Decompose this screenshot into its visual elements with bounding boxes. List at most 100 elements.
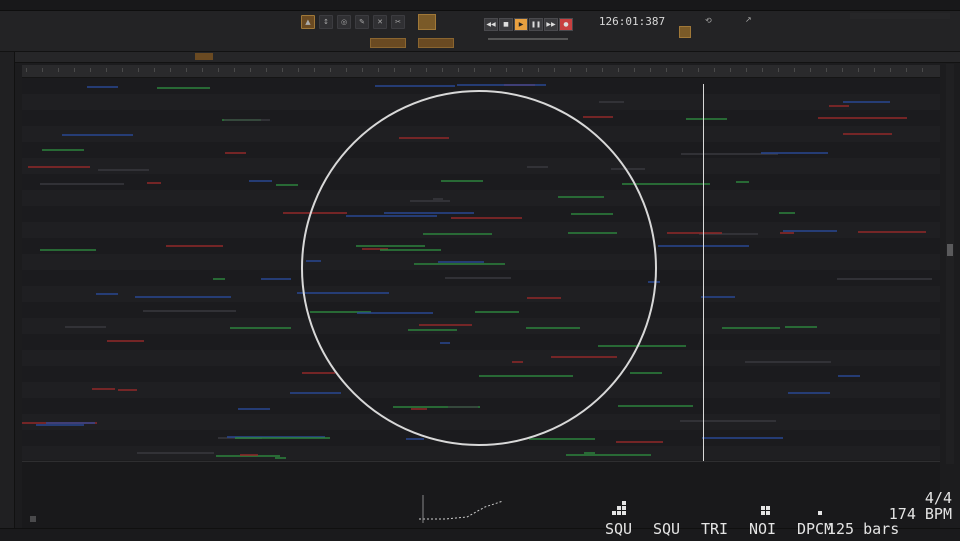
note-clip[interactable] [583,116,613,118]
snap-button[interactable] [418,14,436,30]
note-clip[interactable] [42,149,84,151]
note-clip[interactable] [143,310,236,312]
note-clip[interactable] [96,293,118,295]
note-clip[interactable] [406,438,424,440]
note-clip[interactable] [457,84,546,86]
stretch-tool[interactable]: ◎ [337,15,351,29]
track-row[interactable] [22,446,940,460]
note-clip[interactable] [249,180,272,182]
editor-mode-button[interactable] [195,53,213,60]
note-clip[interactable] [837,278,932,280]
play-button[interactable]: ▶ [514,18,528,31]
note-clip[interactable] [135,296,231,298]
note-clip[interactable] [761,152,828,154]
note-clip[interactable] [722,327,780,329]
metronome-button[interactable] [679,26,691,38]
note-clip[interactable] [630,372,662,374]
note-clip[interactable] [166,245,223,247]
note-clip[interactable] [745,361,831,363]
note-clip[interactable] [843,101,890,103]
note-clip[interactable] [157,87,210,89]
playhead[interactable] [703,84,704,464]
note-clip[interactable] [618,405,693,407]
note-clip[interactable] [375,85,455,87]
note-clip[interactable] [98,169,149,171]
toolbar: 126:01:387 ⟲ ↗ ▲ ↕ ◎ ✎ ✕ ✂ ◀◀ ■ ▶ ❚❚ ▶▶ ● [0,11,960,52]
note-clip[interactable] [780,232,794,234]
note-clip[interactable] [701,296,735,298]
note-clip[interactable] [290,392,341,394]
note-clip[interactable] [529,438,595,440]
note-clip[interactable] [238,408,270,410]
note-clip[interactable] [843,133,892,135]
range-tool[interactable]: ↕ [319,15,333,29]
note-clip[interactable] [858,231,926,233]
cut-tool[interactable]: ✂ [391,15,405,29]
note-clip[interactable] [779,212,795,214]
forward-button[interactable]: ▶▶ [544,18,558,31]
export-icon[interactable]: ↗ [745,15,757,25]
note-clip[interactable] [275,457,286,459]
rewind-button[interactable]: ◀◀ [484,18,498,31]
ruler-tick [602,68,603,72]
ruler-tick [170,68,171,72]
note-clip[interactable] [28,166,90,168]
vertical-scrollbar[interactable] [946,64,954,464]
loop-icon[interactable]: ⟲ [705,16,715,26]
ruler-tick [330,68,331,72]
note-clip[interactable] [818,117,907,119]
ruler-tick [378,68,379,72]
automation-curve[interactable] [415,495,515,525]
note-clip[interactable] [785,326,817,328]
pointer-tool[interactable]: ▲ [301,15,315,29]
note-clip[interactable] [240,454,258,456]
note-clip[interactable] [680,420,776,422]
ruler-tick [650,68,651,72]
timeline-ruler[interactable] [22,65,940,78]
note-clip[interactable] [616,441,663,443]
note-clip[interactable] [213,278,225,280]
ruler-tick [922,68,923,72]
note-clip[interactable] [36,424,84,426]
ruler-tick [714,68,715,72]
note-clip[interactable] [838,375,860,377]
note-clip[interactable] [667,232,722,234]
position-slider[interactable] [488,38,568,40]
note-clip[interactable] [87,86,118,88]
note-clip[interactable] [261,278,291,280]
note-clip[interactable] [788,392,830,394]
note-clip[interactable] [137,452,214,454]
note-clip[interactable] [107,340,144,342]
note-clip[interactable] [40,249,96,251]
note-clip[interactable] [40,183,124,185]
note-clip[interactable] [224,119,270,121]
note-clip[interactable] [62,134,133,136]
note-clip[interactable] [702,437,783,439]
note-clip[interactable] [118,389,137,391]
note-clip[interactable] [686,118,727,120]
pane-toggle-button[interactable] [30,516,36,522]
note-clip[interactable] [584,452,595,454]
record-button[interactable]: ● [559,18,573,31]
note-clip[interactable] [230,327,291,329]
scrollbar-thumb[interactable] [947,244,953,256]
erase-tool[interactable]: ✕ [373,15,387,29]
note-clip[interactable] [276,184,298,186]
note-clip[interactable] [147,182,161,184]
note-clip[interactable] [599,101,624,103]
note-clip[interactable] [829,105,849,107]
ruler-tick [234,68,235,72]
time-signature: 4/4 [924,489,952,507]
grid-select[interactable] [370,38,406,48]
note-clip[interactable] [235,437,330,439]
note-clip[interactable] [225,152,246,154]
stop-button[interactable]: ■ [499,18,513,31]
snap-select[interactable] [418,38,454,48]
note-clip[interactable] [65,326,106,328]
note-clip[interactable] [736,181,749,183]
note-clip[interactable] [92,388,115,390]
note-clip[interactable] [566,454,651,456]
draw-tool[interactable]: ✎ [355,15,369,29]
note-clip[interactable] [302,372,335,374]
pause-button[interactable]: ❚❚ [529,18,543,31]
